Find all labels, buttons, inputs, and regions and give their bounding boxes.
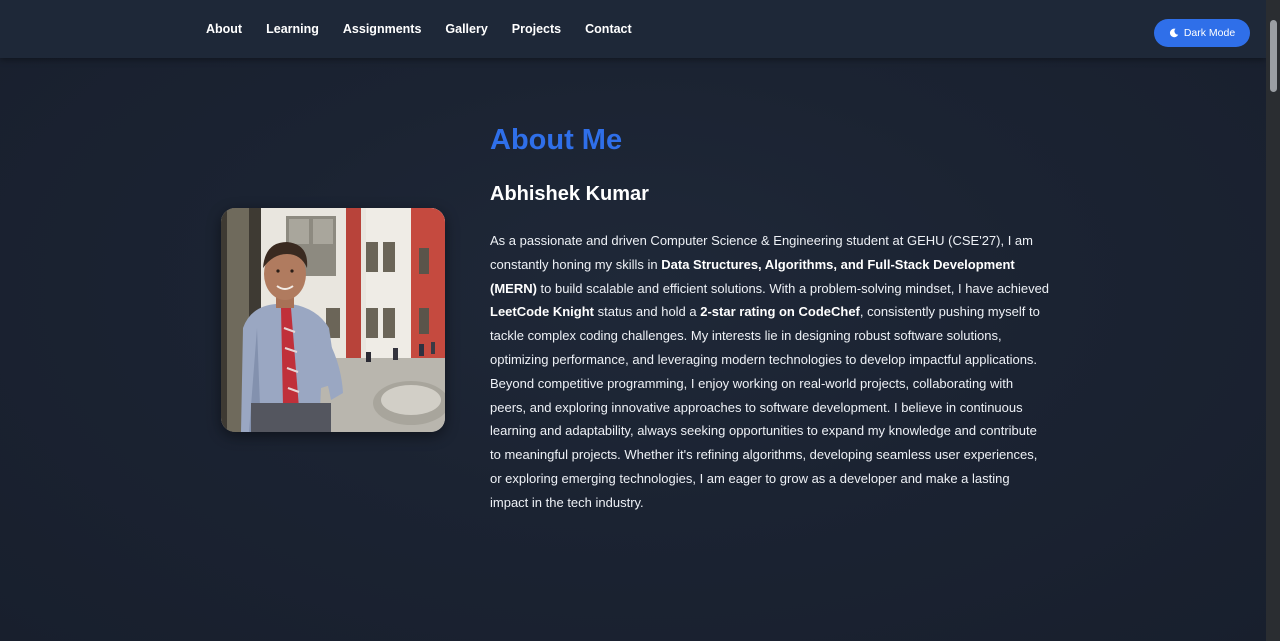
dark-mode-label: Dark Mode	[1183, 27, 1236, 39]
bio-highlight-leetcode: LeetCode Knight	[490, 304, 594, 320]
nav-link-contact[interactable]: Contact	[585, 22, 632, 36]
nav-link-about[interactable]: About	[206, 22, 242, 36]
about-section: About Me Abhishek Kumar As a passionate …	[490, 120, 1050, 528]
nav-link-gallery[interactable]: Gallery	[445, 22, 487, 36]
bio-text-4: , consistently pushing myself to tackle …	[490, 304, 1040, 510]
page-scrollbar[interactable]	[1266, 0, 1280, 641]
nav-link-assignments[interactable]: Assignments	[343, 22, 422, 36]
nav-links: About Learning Assignments Gallery Proje…	[206, 0, 656, 58]
profile-photo	[221, 208, 445, 432]
moon-icon	[1169, 28, 1179, 38]
profile-photo-image	[221, 208, 445, 432]
bio-text-2: to build scalable and efficient solution…	[536, 280, 1050, 296]
top-navbar: About Learning Assignments Gallery Proje…	[0, 0, 1266, 58]
bio-highlight-codechef: 2-star rating on CodeChef	[700, 304, 860, 320]
scrollbar-thumb[interactable]	[1270, 20, 1277, 92]
about-title: About Me	[490, 124, 623, 156]
dark-mode-toggle-button[interactable]: Dark Mode	[1154, 19, 1250, 47]
nav-link-projects[interactable]: Projects	[512, 22, 561, 36]
bio-text-3: status and hold a	[594, 304, 701, 320]
profile-name: Abhishek Kumar	[490, 183, 649, 205]
nav-link-learning[interactable]: Learning	[266, 22, 319, 36]
bio-paragraph: As a passionate and driven Computer Scie…	[490, 229, 1050, 515]
